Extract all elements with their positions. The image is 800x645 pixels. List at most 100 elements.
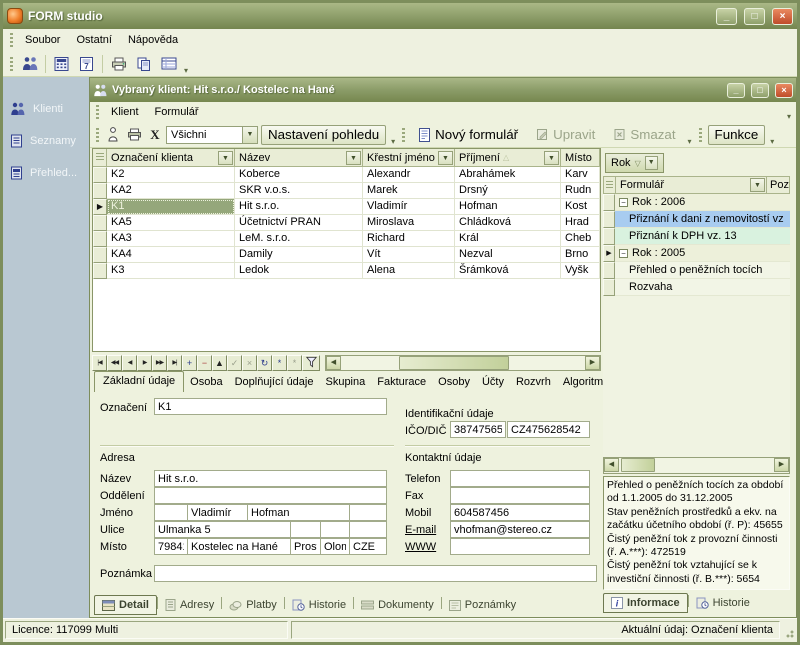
- tab-historie[interactable]: Historie: [285, 596, 353, 614]
- forms-horizontal-scrollbar[interactable]: ◀ ▶: [603, 457, 790, 474]
- cell-misto[interactable]: Cheb: [561, 231, 600, 247]
- fax-input[interactable]: [450, 487, 590, 504]
- column-dropdown-icon[interactable]: ▼: [750, 178, 765, 192]
- nav-last-button[interactable]: ▶|: [167, 355, 182, 371]
- tree-group-row-current[interactable]: ▶ Rok : 2005: [603, 245, 790, 262]
- view-settings-button[interactable]: Nastavení pohledu: [261, 125, 386, 145]
- collapse-icon[interactable]: [619, 198, 628, 207]
- oddeleni-input[interactable]: [154, 487, 387, 504]
- toolbar-drag-grip[interactable]: [699, 128, 702, 142]
- sidebar-item-prehledy[interactable]: Přehled...: [3, 157, 89, 189]
- menu-klient[interactable]: Klient: [103, 103, 147, 121]
- maximize-button[interactable]: □: [744, 8, 765, 25]
- tab-dokumenty[interactable]: Dokumenty: [354, 596, 441, 614]
- scroll-right-icon[interactable]: ▶: [774, 458, 789, 472]
- cell-oznaceni[interactable]: K2: [107, 167, 235, 183]
- cell-misto[interactable]: Brno: [561, 247, 600, 263]
- nav-insert-button[interactable]: +: [182, 355, 197, 371]
- print-icon[interactable]: [106, 53, 131, 75]
- tab-platby[interactable]: Platby: [222, 596, 284, 614]
- tab-poznamky[interactable]: Poznámky: [442, 596, 523, 614]
- column-header-prijmeni[interactable]: Příjmení△▼: [455, 149, 561, 166]
- toolbar-drag-grip[interactable]: [96, 128, 99, 142]
- filter-funnel-icon[interactable]: [302, 355, 320, 371]
- edit-form-button[interactable]: Upravit: [529, 125, 602, 145]
- tab-rozvrh[interactable]: Rozvrh: [510, 373, 557, 392]
- nazev-input[interactable]: [154, 470, 387, 487]
- toolbar-overflow-icon[interactable]: ▾: [767, 137, 777, 147]
- oznaceni-input[interactable]: [154, 398, 387, 415]
- column-header-nazev[interactable]: Název▼: [235, 149, 363, 166]
- email-input[interactable]: [450, 521, 590, 538]
- cell-jmeno[interactable]: Miroslava: [363, 215, 455, 231]
- cell-oznaceni[interactable]: KA4: [107, 247, 235, 263]
- table-row[interactable]: KA3 LeM. s.r.o. Richard Král Cheb: [93, 231, 600, 247]
- table-row[interactable]: KA5 Účetnictví PRAN Miroslava Chládková …: [93, 215, 600, 231]
- collapse-icon[interactable]: [619, 249, 628, 258]
- cell-prijmeni[interactable]: Král: [455, 231, 561, 247]
- cell-jmeno[interactable]: Alexandr: [363, 167, 455, 183]
- column-dropdown-icon[interactable]: ▼: [346, 151, 361, 165]
- ulice-extra-input[interactable]: [349, 521, 387, 538]
- ulice-input[interactable]: [154, 521, 291, 538]
- tree-group-row[interactable]: Rok : 2006: [603, 194, 790, 211]
- toolbar-overflow-icon[interactable]: ▾: [388, 137, 398, 147]
- menu-formular[interactable]: Formulář: [147, 103, 207, 121]
- table-row[interactable]: K2 Koberce Alexandr Abrahámek Karv: [93, 167, 600, 183]
- nav-cancel-button[interactable]: ×: [242, 355, 257, 371]
- cell-nazev[interactable]: Účetnictví PRAN: [235, 215, 363, 231]
- cell-jmeno[interactable]: Vladimír: [363, 199, 455, 215]
- cell-prijmeni[interactable]: Drsný: [455, 183, 561, 199]
- column-header-oznaceni-klienta[interactable]: Označení klienta▼: [107, 149, 235, 166]
- column-dropdown-icon[interactable]: ▼: [544, 151, 559, 165]
- tab-osoba[interactable]: Osoba: [184, 373, 228, 392]
- cell-oznaceni[interactable]: KA2: [107, 183, 235, 199]
- mobil-input[interactable]: [450, 504, 590, 521]
- menu-drag-grip[interactable]: [10, 33, 13, 47]
- toolbar-drag-grip[interactable]: [10, 57, 13, 71]
- krestni-jmeno-input[interactable]: [187, 504, 248, 521]
- close-button[interactable]: ×: [772, 8, 793, 25]
- nav-edit-button[interactable]: ▲: [212, 355, 227, 371]
- client-print-icon[interactable]: [123, 124, 145, 146]
- email-link-label[interactable]: E-mail: [405, 524, 436, 536]
- copy-icon[interactable]: [131, 53, 156, 75]
- nav-bookmark-set-button[interactable]: *: [272, 355, 287, 371]
- cell-oznaceni[interactable]: KA5: [107, 215, 235, 231]
- cell-jmeno[interactable]: Marek: [363, 183, 455, 199]
- ico-input[interactable]: [450, 421, 506, 438]
- poznamka-input[interactable]: [154, 565, 597, 582]
- cell-misto[interactable]: Rudn: [561, 183, 600, 199]
- tree-item[interactable]: Rozvaha: [603, 279, 790, 296]
- titul-input[interactable]: [154, 504, 188, 521]
- cell-misto[interactable]: Vyšk: [561, 263, 600, 279]
- scroll-right-icon[interactable]: ▶: [585, 356, 600, 370]
- tab-skupina[interactable]: Skupina: [319, 373, 371, 392]
- psc-input[interactable]: [154, 538, 188, 555]
- scrollbar-thumb[interactable]: [621, 458, 655, 472]
- calculator-icon[interactable]: [49, 53, 74, 75]
- group-by-rok-button[interactable]: Rok ▽ ▼: [605, 153, 664, 173]
- column-dropdown-icon[interactable]: ▼: [218, 151, 233, 165]
- forms-icon[interactable]: 7: [74, 53, 99, 75]
- combo-dropdown-icon[interactable]: ▼: [242, 127, 257, 143]
- menu-overflow-icon[interactable]: ▾: [784, 112, 794, 122]
- cell-jmeno[interactable]: Vít: [363, 247, 455, 263]
- tree-item[interactable]: Přehled o peněžních tocích: [603, 262, 790, 279]
- telefon-input[interactable]: [450, 470, 590, 487]
- tab-doplnujici-udaje[interactable]: Doplňující údaje: [229, 373, 320, 392]
- sidebar-item-klienti[interactable]: Klienti: [3, 93, 89, 125]
- tab-osoby[interactable]: Osoby: [432, 373, 476, 392]
- cell-misto[interactable]: Karv: [561, 167, 600, 183]
- filter-combobox[interactable]: Všichni ▼: [166, 126, 258, 144]
- clear-filter-icon[interactable]: X: [145, 124, 165, 146]
- grid-horizontal-scrollbar[interactable]: ◀ ▶: [325, 355, 601, 371]
- tab-ucty[interactable]: Účty: [476, 373, 510, 392]
- nav-next-page-button[interactable]: ▶▶: [152, 355, 167, 371]
- cell-oznaceni-selected[interactable]: K1: [107, 199, 235, 215]
- client-person-icon[interactable]: [103, 124, 123, 146]
- kraj-input[interactable]: [320, 538, 350, 555]
- dic-input[interactable]: [507, 421, 590, 438]
- nav-prior-button[interactable]: ◀: [122, 355, 137, 371]
- lists-icon[interactable]: [156, 53, 181, 75]
